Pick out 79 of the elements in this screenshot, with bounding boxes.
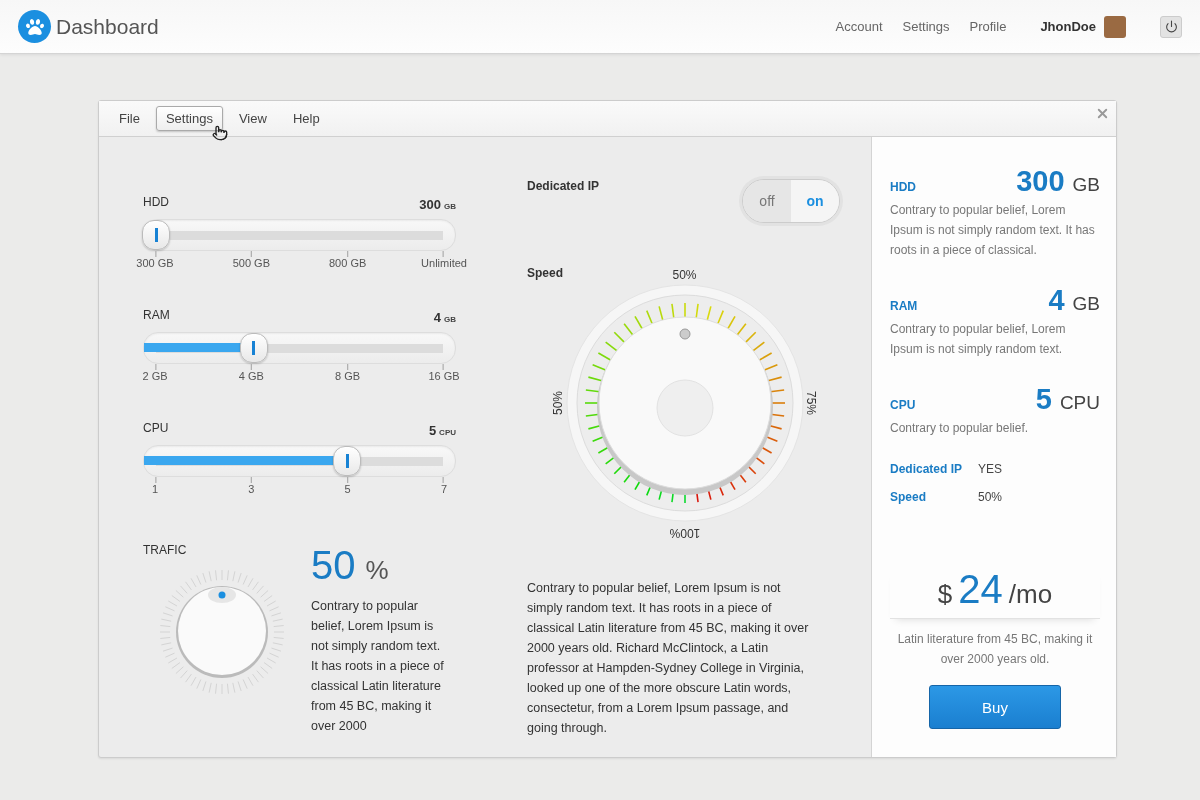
slider-track[interactable] [143, 332, 456, 364]
spec-value: 5 [1035, 383, 1052, 416]
traffic-label: TRAFIC [143, 543, 187, 557]
tick-label: 300 GB [136, 257, 174, 269]
traffic-knob[interactable] [157, 567, 287, 697]
slider-thumb[interactable] [333, 446, 362, 476]
slider-label: RAM [143, 308, 170, 322]
power-icon [1164, 20, 1178, 33]
brand-title: Dashboard [56, 14, 159, 39]
menu-item[interactable]: Help [282, 106, 330, 131]
spec-value: 300 [1016, 165, 1065, 198]
slider-value: 300 [419, 197, 441, 212]
spec-label: HDD [890, 180, 916, 194]
spec-text: Contrary to popular belief. [890, 420, 1030, 437]
dial-label: 100% [669, 526, 700, 540]
slider-value: 5 [428, 423, 437, 438]
on-option[interactable]: on [791, 180, 839, 222]
slider-unit: GB [444, 315, 456, 324]
tick-label: 500 GB [232, 257, 270, 269]
price-period: /mo [1008, 579, 1053, 610]
tick-label: 2 GB [142, 370, 168, 382]
dial-label: 50% [672, 268, 697, 282]
price-note: Latin literature from 45 BC, making it over 2000 years old. [896, 631, 1094, 668]
detail-value: 50% [978, 490, 1003, 504]
tick-label: 16 GB [428, 370, 460, 382]
close-icon[interactable] [1095, 106, 1110, 121]
description-text: Contrary to popular belief, Lorem Ipsum is not simply random text. It has roots in a piece of classical Latin literature from 45 BC, making it over 2000 years old. Richard McClintock, a Latin professor at Hampden-Sydney College in Virginia, looked up one of the more obscure Latin words, consectetur, from a Lorem Ipsum passage, and going through. [527, 580, 810, 737]
slider-thumb[interactable] [142, 220, 170, 250]
menu-item[interactable]: Settings [155, 106, 223, 131]
slider-track[interactable] [143, 219, 456, 251]
dial-label: 50% [550, 391, 565, 415]
tick-label: 7 [440, 483, 448, 495]
power-button[interactable] [1160, 15, 1182, 38]
tick-label: 8 GB [335, 370, 361, 382]
slider-thumb[interactable] [239, 333, 268, 363]
tick-label: 4 GB [238, 370, 264, 382]
slider-track[interactable] [143, 445, 456, 477]
slider-label: CPU [143, 421, 169, 435]
detail-label: Dedicated IP [890, 462, 964, 476]
hand-cursor-icon [212, 125, 228, 141]
tick-label: 5 [344, 483, 351, 495]
tick-label: Unlimited [421, 257, 467, 269]
spec-value: 4 [1048, 284, 1065, 317]
slider-label: HDD [143, 195, 169, 209]
off-option[interactable]: off [743, 180, 791, 222]
spec-unit: GB [1072, 293, 1100, 315]
user-name[interactable]: JhonDoe [1040, 19, 1096, 34]
spec-unit: GB [1072, 174, 1100, 196]
slider-unit: GB [444, 202, 456, 211]
spec-text: Contrary to popular belief, Lorem Ipsum is not simply random text. It has roots in a piece of classical. [890, 202, 1096, 259]
spec-unit: CPU [1059, 392, 1100, 414]
ip-toggle[interactable]: off on [742, 179, 840, 223]
detail-label: Speed [890, 490, 927, 504]
dial-label: 75% [804, 391, 819, 415]
speed-knob[interactable] [596, 316, 773, 495]
detail-value: YES [978, 462, 1002, 476]
dedicated-ip-label: Dedicated IP [527, 179, 600, 193]
menu-item[interactable]: File [109, 106, 150, 131]
tick-label: 800 GB [329, 257, 367, 269]
speed-label: Speed [527, 266, 563, 280]
nav-link[interactable]: Profile [969, 19, 1007, 34]
price-amount: 24 [958, 567, 1003, 612]
slider-unit: CPU [439, 428, 456, 437]
spec-label: CPU [890, 398, 916, 412]
slider-value: 4 [433, 310, 441, 325]
buy-button[interactable]: Buy [929, 685, 1061, 729]
tick-label: 1 [151, 483, 159, 495]
traffic-value: 50 [311, 543, 356, 588]
menu-item[interactable]: View [228, 106, 277, 131]
price-currency: $ [937, 579, 953, 610]
spec-label: RAM [890, 299, 918, 313]
traffic-unit: % [365, 555, 389, 586]
spec-text: Contrary to popular belief, Lorem Ipsum is not simply random text. [890, 321, 1067, 358]
nav-link[interactable]: Account [835, 19, 883, 34]
tick-label: 3 [248, 483, 255, 495]
nav-link[interactable]: Settings [902, 19, 950, 34]
avatar[interactable] [1104, 15, 1126, 38]
paw-logo-icon [18, 10, 51, 43]
traffic-text: Contrary to popular belief, Lorem Ipsum is not simply random text. It has roots in a piece of classical Latin literature from 45 BC, making it over 2000 [311, 598, 445, 735]
